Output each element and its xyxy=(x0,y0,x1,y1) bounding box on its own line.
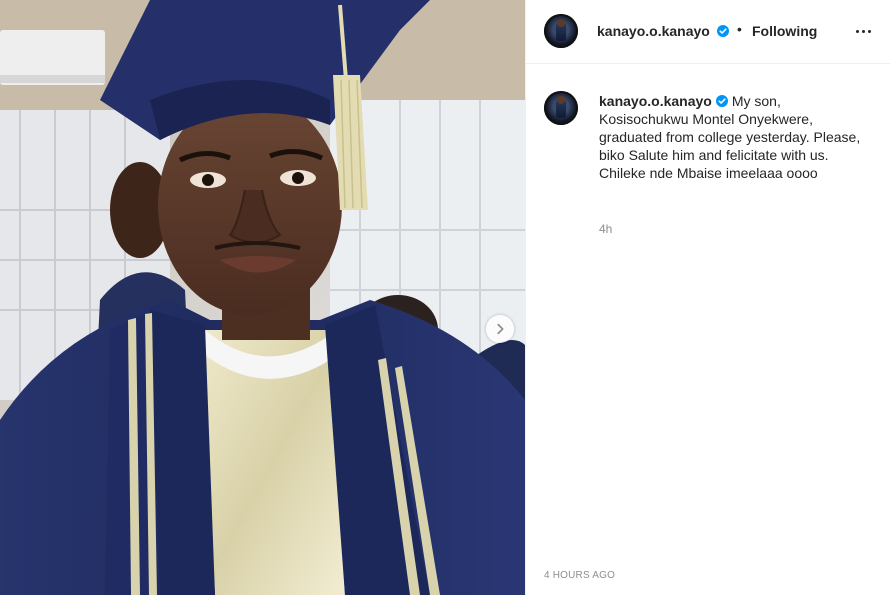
post-media[interactable] xyxy=(0,0,525,595)
verified-badge-icon xyxy=(715,95,728,107)
caption-username-link[interactable]: kanayo.o.kanayo xyxy=(599,93,712,109)
username-link[interactable]: kanayo.o.kanayo xyxy=(597,23,710,39)
post-caption: kanayo.o.kanayo My son, Kosisochukwu Mon… xyxy=(599,92,874,182)
more-options-icon[interactable] xyxy=(853,22,873,40)
caption-relative-time[interactable]: 4h xyxy=(599,222,612,236)
verified-badge-icon xyxy=(717,25,729,37)
post-timestamp[interactable]: 4 HOURS AGO xyxy=(544,570,615,581)
chevron-right-icon xyxy=(497,323,504,335)
avatar[interactable] xyxy=(544,91,578,125)
following-button[interactable]: Following xyxy=(752,23,817,39)
next-media-button[interactable] xyxy=(486,315,514,343)
avatar[interactable] xyxy=(544,14,578,48)
graduation-photo xyxy=(0,0,525,595)
post-header: kanayo.o.kanayo • Following xyxy=(526,0,890,64)
post-details-panel: kanayo.o.kanayo • Following kanayo.o.kan… xyxy=(525,0,890,595)
separator-dot: • xyxy=(737,21,742,37)
